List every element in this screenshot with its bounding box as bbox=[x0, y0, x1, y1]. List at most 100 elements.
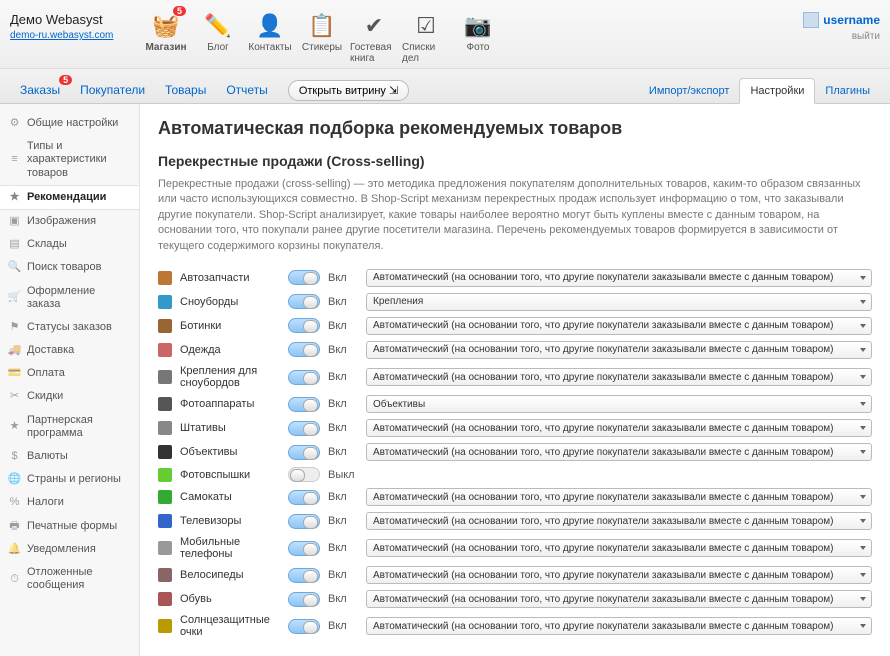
sidebar-item-1[interactable]: ≡Типы и характеристики товаров bbox=[0, 135, 139, 185]
sidebar-item-14[interactable]: %Налоги bbox=[0, 491, 139, 514]
mode-select[interactable]: Автоматический (на основании того, что д… bbox=[366, 341, 872, 359]
toggle-label: Вкл bbox=[328, 593, 358, 605]
category-icon bbox=[158, 490, 172, 504]
app-label: Магазин bbox=[145, 42, 186, 53]
category-name: Телевизоры bbox=[180, 515, 280, 527]
toggle-switch[interactable] bbox=[288, 318, 320, 333]
tab-label: Отчеты bbox=[226, 83, 267, 97]
mode-select[interactable]: Автоматический (на основании того, что д… bbox=[366, 368, 872, 386]
tab-1[interactable]: Покупатели bbox=[70, 77, 155, 103]
category-name: Обувь bbox=[180, 593, 280, 605]
open-storefront-button[interactable]: Открыть витрину ⇲ bbox=[288, 80, 409, 101]
mode-select[interactable]: Объективы bbox=[366, 395, 872, 413]
toggle-switch[interactable] bbox=[288, 541, 320, 556]
page-title: Автоматическая подборка рекомендуемых то… bbox=[158, 118, 872, 139]
sidebar-item-15[interactable]: 🖶Печатные формы bbox=[0, 515, 139, 538]
toggle-switch[interactable] bbox=[288, 514, 320, 529]
app-2[interactable]: 👤Контакты bbox=[244, 6, 296, 68]
category-row: ШтативыВклАвтоматический (на основании т… bbox=[158, 416, 872, 440]
category-name: Велосипеды bbox=[180, 569, 280, 581]
toggle-label: Вкл bbox=[328, 569, 358, 581]
mode-select[interactable]: Автоматический (на основании того, что д… bbox=[366, 419, 872, 437]
app-label: Списки дел bbox=[402, 42, 450, 64]
sidebar-item-4[interactable]: ▤Склады bbox=[0, 233, 139, 256]
app-icon: 👤 bbox=[254, 10, 286, 42]
mode-select[interactable]: Автоматический (на основании того, что д… bbox=[366, 539, 872, 557]
toggle-switch[interactable] bbox=[288, 619, 320, 634]
toggle-label: Вкл bbox=[328, 620, 358, 632]
brand-link[interactable]: demo-ru.webasyst.com bbox=[10, 30, 113, 41]
sidebar-label: Общие настройки bbox=[27, 117, 118, 130]
app-5[interactable]: ☑Списки дел bbox=[400, 6, 452, 68]
toggle-switch[interactable] bbox=[288, 467, 320, 482]
toggle-switch[interactable] bbox=[288, 592, 320, 607]
rtab-0[interactable]: Импорт/экспорт bbox=[639, 79, 740, 103]
toggle-switch[interactable] bbox=[288, 445, 320, 460]
logout-link[interactable]: выйти bbox=[852, 31, 880, 42]
sidebar-item-2[interactable]: ★Рекомендации bbox=[0, 185, 139, 210]
rtab-2[interactable]: Плагины bbox=[815, 79, 880, 103]
sidebar-item-5[interactable]: 🔍Поиск товаров bbox=[0, 256, 139, 279]
sidebar-item-10[interactable]: ✂Скидки bbox=[0, 385, 139, 408]
sidebar-label: Изображения bbox=[27, 215, 96, 228]
mode-select[interactable]: Автоматический (на основании того, что д… bbox=[366, 269, 872, 287]
sidebar-icon: $ bbox=[8, 450, 21, 463]
tab-2[interactable]: Товары bbox=[155, 77, 216, 103]
category-row: Телевизоры Вкл Автоматический (на основани… bbox=[158, 509, 872, 533]
category-row: БотинкиВклАвтоматический (на основании т… bbox=[158, 314, 872, 338]
toggle-switch[interactable] bbox=[288, 397, 320, 412]
toggle-switch[interactable] bbox=[288, 294, 320, 309]
mode-select[interactable]: Автоматический (на основании того, что д… bbox=[366, 566, 872, 584]
tab-3[interactable]: Отчеты bbox=[216, 77, 277, 103]
rtab-1[interactable]: Настройки bbox=[739, 78, 815, 104]
mode-select[interactable]: Автоматический (на основании того, что д… bbox=[366, 512, 872, 530]
toggle-switch[interactable] bbox=[288, 421, 320, 436]
mode-select[interactable]: Автоматический (на основании того, что д… bbox=[366, 443, 872, 461]
toggle-switch[interactable] bbox=[288, 490, 320, 505]
sidebar-item-17[interactable]: ⏱Отложенные сообщения bbox=[0, 561, 139, 597]
tab-0[interactable]: Заказы5 bbox=[10, 77, 70, 103]
toggle-switch[interactable] bbox=[288, 568, 320, 583]
page-description: Перекрестные продажи (cross-selling) — э… bbox=[158, 177, 872, 254]
sidebar-icon: 🚚 bbox=[8, 344, 21, 357]
sidebar-item-6[interactable]: 🛒Оформление заказа bbox=[0, 280, 139, 316]
sidebar-item-13[interactable]: 🌐Страны и регионы bbox=[0, 468, 139, 491]
app-3[interactable]: 📋Стикеры bbox=[296, 6, 348, 68]
brand: Демо Webasyst demo-ru.webasyst.com bbox=[10, 6, 140, 41]
toggle-switch[interactable] bbox=[288, 342, 320, 357]
sidebar-item-16[interactable]: 🔔Уведомления bbox=[0, 538, 139, 561]
app-4[interactable]: ✔Гостевая книга bbox=[348, 6, 400, 68]
mode-select[interactable]: Автоматический (на основании того, что д… bbox=[366, 317, 872, 335]
username-link[interactable]: username bbox=[823, 13, 880, 27]
sidebar-item-7[interactable]: ⚑Статусы заказов bbox=[0, 316, 139, 339]
sidebar-icon: 🌐 bbox=[8, 473, 21, 486]
app-label: Стикеры bbox=[302, 42, 342, 53]
sidebar-label: Печатные формы bbox=[27, 520, 117, 533]
sidebar-item-0[interactable]: ⚙Общие настройки bbox=[0, 112, 139, 135]
toggle-label: Вкл bbox=[328, 515, 358, 527]
sidebar-item-11[interactable]: ★Партнерская программа bbox=[0, 409, 139, 445]
app-icon: 📷 bbox=[462, 10, 494, 42]
category-row: ФотовспышкиВыкл bbox=[158, 464, 872, 485]
sidebar-icon: ✂ bbox=[8, 391, 21, 404]
app-6[interactable]: 📷Фото bbox=[452, 6, 504, 68]
toggle-switch[interactable] bbox=[288, 370, 320, 385]
sidebar-item-3[interactable]: ▣Изображения bbox=[0, 210, 139, 233]
mode-select[interactable]: Автоматический (на основании того, что д… bbox=[366, 488, 872, 506]
app-0[interactable]: 5🧺Магазин bbox=[140, 6, 192, 68]
sidebar-label: Оформление заказа bbox=[27, 285, 131, 311]
sidebar-item-12[interactable]: $Валюты bbox=[0, 445, 139, 468]
sidebar-item-9[interactable]: 💳Оплата bbox=[0, 362, 139, 385]
avatar[interactable] bbox=[803, 12, 819, 28]
sidebar-label: Отложенные сообщения bbox=[27, 566, 131, 592]
category-icon bbox=[158, 468, 172, 482]
mode-select[interactable]: Автоматический (на основании того, что д… bbox=[366, 617, 872, 635]
app-1[interactable]: ✏️Блог bbox=[192, 6, 244, 68]
mode-select[interactable]: Крепления bbox=[366, 293, 872, 311]
toggle-switch[interactable] bbox=[288, 270, 320, 285]
tab-label: Заказы bbox=[20, 83, 60, 97]
sidebar-label: Оплата bbox=[27, 367, 65, 380]
toggle-label: Вкл bbox=[328, 422, 358, 434]
sidebar-item-8[interactable]: 🚚Доставка bbox=[0, 339, 139, 362]
mode-select[interactable]: Автоматический (на основании того, что д… bbox=[366, 590, 872, 608]
